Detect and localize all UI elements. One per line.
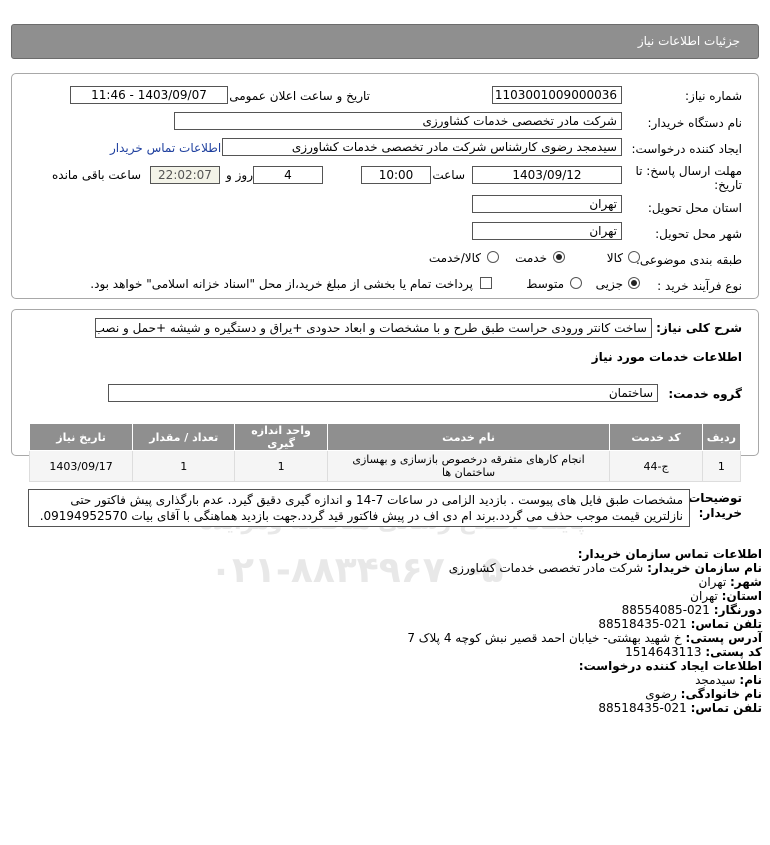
category-label: طبقه بندی موضوعی:	[635, 253, 742, 267]
creator-label: ایجاد کننده درخواست:	[631, 142, 742, 156]
col-service-code: کد خدمت	[609, 423, 703, 451]
creator-phone-row: تلفن تماس: 021-88518435	[598, 701, 762, 715]
remaining-label: ساعت باقی مانده	[52, 168, 142, 182]
process-option-medium: متوسط	[526, 277, 564, 291]
city-field: تهران	[472, 222, 622, 240]
buyer-notes-label: توضیحات خریدار:	[688, 491, 742, 520]
service-group-field: ساختمان	[108, 384, 658, 402]
deadline-time-label: ساعت	[432, 168, 465, 182]
days-field: 4	[253, 166, 323, 184]
process-label: نوع فرآیند خرید :	[657, 279, 742, 293]
announce-label: تاریخ و ساعت اعلان عمومی:	[225, 89, 370, 103]
col-unit: واحد اندازه گیری	[234, 423, 328, 451]
contact-org-row: نام سازمان خریدار: شرکت مادر تخصصی خدمات…	[448, 561, 762, 575]
contact-phone-row: تلفن تماس: 021-88518435	[598, 617, 762, 631]
process-radio-medium[interactable]	[570, 277, 582, 289]
col-need-date: تاریخ نیاز	[28, 423, 134, 451]
deadline-label: مهلت ارسال پاسخ: تا تاریخ:	[635, 164, 742, 192]
col-service-name: نام خدمت	[326, 423, 611, 451]
buyer-org-label: نام دستگاه خریدار:	[647, 116, 743, 130]
page-title: جزئیات اطلاعات نیاز	[637, 34, 740, 48]
creator-heading: اطلاعات ایجاد کننده درخواست:	[578, 659, 762, 673]
contact-postal-row: کد پستی: 1514643113	[625, 645, 762, 659]
cell-service-name: انجام کارهای متفرقه درخصوص بازسازی و بهس…	[326, 450, 611, 482]
need-number-field: 1103001009000036	[492, 86, 622, 104]
page-header: جزئیات اطلاعات نیاز	[11, 24, 759, 59]
buyer-notes-line-2: نازلترین قیمت موجب حذف می گردد.برند ام د…	[39, 509, 683, 523]
services-heading: اطلاعات خدمات مورد نیاز	[591, 350, 742, 364]
cell-need-date: 1403/09/17	[28, 450, 134, 482]
services-table: ردیف کد خدمت نام خدمت واحد اندازه گیری ت…	[28, 423, 742, 482]
cell-quantity: 1	[132, 450, 236, 482]
contact-heading: اطلاعات تماس سازمان خریدار:	[577, 547, 762, 561]
description-field: ساخت کانتر ورودی حراست طبق طرح و با مشخص…	[95, 318, 652, 338]
col-row: ردیف	[701, 423, 742, 451]
treasury-checkbox[interactable]	[480, 277, 492, 289]
province-label: استان محل تحویل:	[647, 201, 742, 215]
buyer-notes-line-1: مشخصات طبق فایل های پیوست . بازدید الزام…	[70, 493, 683, 507]
description-label: شرح کلی نیاز:	[656, 321, 742, 335]
category-option-goods-service: کالا/خدمت	[428, 251, 481, 265]
deadline-time-field: 10:00	[361, 166, 431, 184]
creator-last-name-row: نام خانوادگی: رضوی	[645, 687, 762, 701]
buyer-contact-link[interactable]: اطلاعات تماس خریدار	[110, 141, 221, 155]
cell-row: 1	[701, 450, 742, 482]
process-option-minor: جزیی	[595, 277, 623, 291]
category-radio-goods[interactable]	[628, 251, 640, 263]
table-header-row: ردیف کد خدمت نام خدمت واحد اندازه گیری ت…	[28, 423, 742, 451]
announce-field: 1403/09/07 - 11:46	[70, 86, 228, 104]
remaining-time-field: 22:02:07	[150, 166, 220, 184]
buyer-org-field: شرکت مادر تخصصی خدمات کشاورزی	[174, 112, 622, 130]
service-group-label: گروه خدمت:	[668, 387, 742, 401]
contact-section: اطلاعات تماس سازمان خریدار: نام سازمان خ…	[0, 547, 770, 747]
cell-service-code: ج-44	[609, 450, 703, 482]
city-label: شهر محل تحویل:	[655, 227, 742, 241]
contact-city-row: شهر: تهران	[698, 575, 762, 589]
creator-first-name-row: نام: سیدمجد	[695, 673, 762, 687]
category-radio-service[interactable]	[553, 251, 565, 263]
treasury-payment-note: پرداخت تمام یا بخشی از مبلغ خرید،از محل …	[90, 277, 473, 291]
category-radio-goods-service[interactable]	[487, 251, 499, 263]
col-quantity: تعداد / مقدار	[132, 423, 236, 451]
deadline-date-field: 1403/09/12	[472, 166, 622, 184]
category-option-goods: کالا	[606, 251, 623, 265]
contact-fax-row: دورنگار: 021-88554085	[621, 603, 762, 617]
province-field: تهران	[472, 195, 622, 213]
days-label: روز و	[226, 168, 253, 182]
contact-address-row: آدرس پستی: خ شهید بهشتی- خیابان احمد قصی…	[407, 631, 762, 645]
buyer-notes-box: مشخصات طبق فایل های پیوست . بازدید الزام…	[28, 489, 690, 527]
process-radio-minor[interactable]	[628, 277, 640, 289]
creator-field: سیدمجد رضوی کارشناس شرکت مادر تخصصی خدما…	[222, 138, 622, 156]
contact-province-row: استان: تهران	[690, 589, 762, 603]
need-number-label: شماره نیاز:	[685, 89, 742, 103]
table-row: 1 ج-44 انجام کارهای متفرقه درخصوص بازساز…	[28, 450, 742, 482]
cell-unit: 1	[234, 450, 328, 482]
category-option-service: خدمت	[515, 251, 547, 265]
